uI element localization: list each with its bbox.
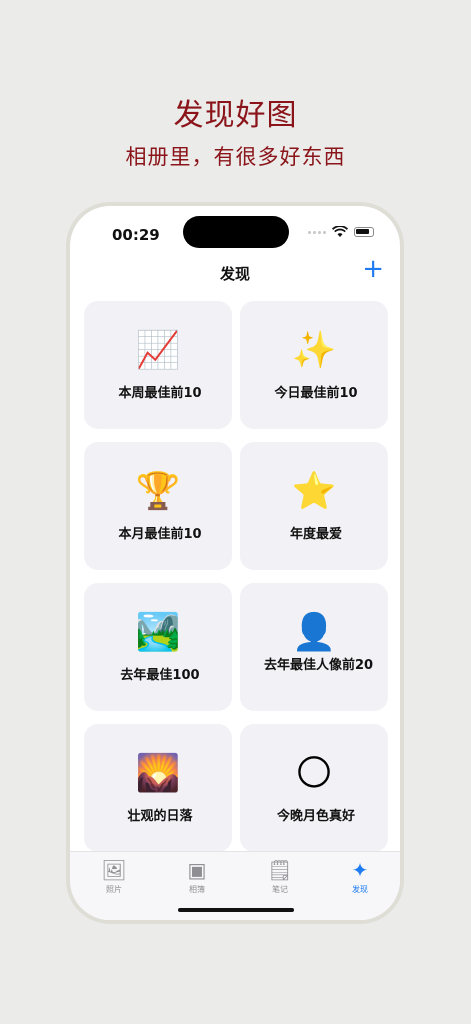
tab-label: 照片 <box>106 885 122 894</box>
card-label: 壮观的日落 <box>127 809 193 824</box>
card-daily-top10[interactable]: ✨ 今日最佳前10 <box>240 301 388 429</box>
tab-albums[interactable]: ▣ 相簿 <box>167 858 227 895</box>
card-label: 本周最佳前10 <box>118 386 202 401</box>
card-label: 去年最佳人像前20 <box>264 658 374 673</box>
battery-icon <box>354 227 374 237</box>
tab-bar: 🖼 照片 ▣ 相簿 🗒 笔记 ✦ 发现 <box>70 851 400 920</box>
status-time: 00:29 <box>112 226 160 244</box>
photo-icon: 🖼 <box>101 858 127 882</box>
trophy-icon: 🏆 <box>135 471 181 512</box>
status-icons <box>308 226 374 238</box>
nav-title: 发现 <box>219 265 250 283</box>
tab-discover[interactable]: ✦ 发现 <box>330 858 390 895</box>
tab-label: 发现 <box>352 885 368 894</box>
card-label: 今日最佳前10 <box>274 386 358 401</box>
dynamic-island <box>183 216 289 248</box>
person-silhouette-icon: 👤 <box>291 612 337 653</box>
tab-notes[interactable]: 🗒 笔记 <box>250 858 310 895</box>
discover-grid: 📈 本周最佳前10 ✨ 今日最佳前10 🏆 本月最佳前10 ⭐ 年度最爱 🏞️ … <box>84 301 388 852</box>
sparkles-icon: ✨ <box>291 330 337 371</box>
card-weekly-top10[interactable]: 📈 本周最佳前10 <box>84 301 232 429</box>
notes-icon: 🗒 <box>267 858 293 882</box>
card-sunsets[interactable]: 🌄 壮观的日落 <box>84 724 232 852</box>
landscape-icon: 🏞️ <box>135 612 181 653</box>
sparkles-icon: ✦ <box>351 858 369 882</box>
plus-icon: + <box>362 254 384 284</box>
cellular-signal-icon <box>308 230 326 234</box>
card-last-year-top100[interactable]: 🏞️ 去年最佳100 <box>84 583 232 711</box>
tab-label: 笔记 <box>272 885 288 894</box>
add-button[interactable]: + <box>362 256 384 282</box>
card-label: 年度最爱 <box>289 527 342 542</box>
albums-icon: ▣ <box>187 858 207 882</box>
sunrise-mountains-icon: 🌄 <box>135 753 181 794</box>
card-label: 去年最佳100 <box>120 668 200 683</box>
card-monthly-top10[interactable]: 🏆 本月最佳前10 <box>84 442 232 570</box>
card-moonlight[interactable]: 🌕 今晚月色真好 <box>240 724 388 852</box>
full-moon-icon: 🌕 <box>295 753 333 794</box>
promo-title: 发现好图 <box>173 98 298 133</box>
promo-subtitle: 相册里，有很多好东西 <box>125 145 346 169</box>
home-indicator <box>178 908 294 912</box>
tab-photos[interactable]: 🖼 照片 <box>84 858 144 895</box>
card-last-year-portraits[interactable]: 👤 去年最佳人像前20 <box>240 583 388 711</box>
wifi-icon <box>332 226 348 237</box>
tab-label: 相簿 <box>189 885 205 894</box>
card-label: 本月最佳前10 <box>118 527 202 542</box>
card-label: 今晚月色真好 <box>276 809 355 824</box>
card-yearly-favorites[interactable]: ⭐ 年度最爱 <box>240 442 388 570</box>
star-icon: ⭐ <box>291 471 337 512</box>
chart-up-icon: 📈 <box>135 330 181 371</box>
phone-frame: 00:29 发现 + 📈 本周最佳前10 ✨ 今日最佳前10 🏆 本月最佳前10… <box>66 202 404 924</box>
